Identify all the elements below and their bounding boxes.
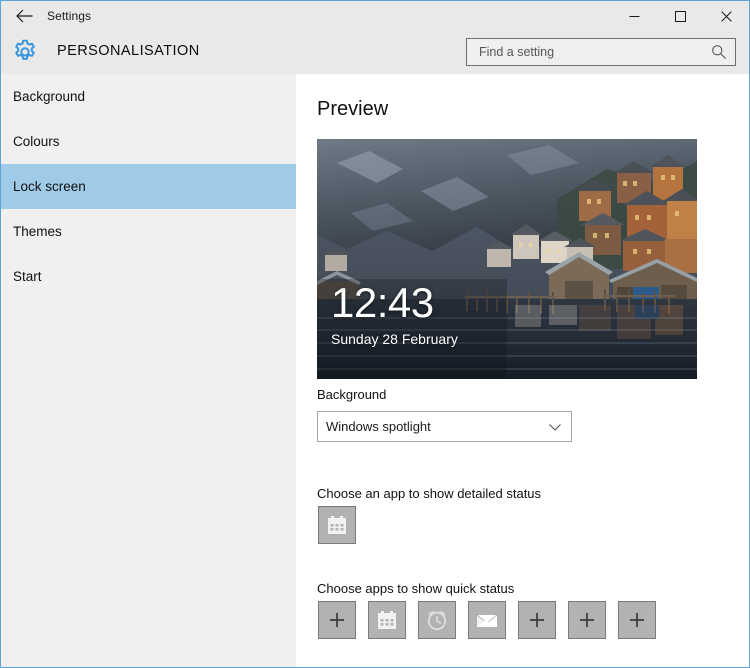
detailed-status-label: Choose an app to show detailed status: [317, 486, 542, 501]
plus-icon: [530, 613, 544, 627]
sidebar-item-start[interactable]: Start: [1, 254, 296, 299]
gear-icon: [15, 39, 35, 60]
close-button[interactable]: [703, 1, 749, 31]
content-pane: Preview 12:43 Sunday 28 February Backgro…: [296, 74, 749, 667]
sidebar-item-background[interactable]: Background: [1, 74, 296, 119]
back-button[interactable]: [1, 1, 47, 31]
close-icon: [720, 10, 732, 22]
settings-window: Settings PERSONALISATION Find a setting …: [0, 0, 750, 668]
maximize-button[interactable]: [657, 1, 703, 31]
sidebar-item-label: Colours: [13, 134, 60, 149]
plus-icon: [580, 613, 594, 627]
minimize-icon: [629, 15, 639, 17]
mail-icon: [476, 614, 498, 627]
calendar-icon: [328, 516, 346, 534]
sidebar-item-colours[interactable]: Colours: [1, 119, 296, 164]
plus-icon: [630, 613, 644, 627]
sidebar-item-themes[interactable]: Themes: [1, 209, 296, 254]
caption-buttons: [611, 1, 749, 31]
content-heading: Preview: [317, 98, 389, 120]
calendar-icon: [378, 611, 396, 629]
back-arrow-icon: [15, 9, 32, 23]
quick-status-tile-row: [318, 601, 656, 639]
background-dropdown-value: Windows spotlight: [326, 419, 431, 434]
quick-status-tile-3-alarm[interactable]: [418, 601, 456, 639]
sidebar-item-lock-screen[interactable]: Lock screen: [1, 164, 296, 209]
sidebar-item-label: Background: [13, 89, 86, 104]
sidebar-item-label: Start: [13, 269, 42, 284]
sidebar-item-label: Themes: [13, 224, 62, 239]
sidebar-item-label: Lock screen: [13, 179, 86, 194]
minimize-button[interactable]: [611, 1, 657, 31]
search-box[interactable]: [466, 38, 736, 66]
sidebar: Background Colours Lock screen Themes St…: [1, 74, 296, 667]
quick-status-tile-6-add[interactable]: [568, 601, 606, 639]
background-section-label: Background: [317, 387, 387, 402]
detailed-status-tile-calendar[interactable]: [318, 506, 356, 544]
search-input[interactable]: [477, 39, 701, 65]
lock-screen-preview-image: [317, 139, 697, 379]
search-icon[interactable]: [711, 44, 727, 60]
page-title: PERSONALISATION: [57, 43, 200, 59]
detailed-status-tile-row: [318, 506, 356, 544]
quick-status-tile-5-add[interactable]: [518, 601, 556, 639]
maximize-icon: [674, 10, 686, 22]
quick-status-tile-1-add[interactable]: [318, 601, 356, 639]
quick-status-tile-7-add[interactable]: [618, 601, 656, 639]
page-header: PERSONALISATION: [1, 31, 749, 74]
alarm-clock-icon: [427, 611, 447, 631]
background-dropdown[interactable]: Windows spotlight: [317, 411, 572, 442]
quick-status-tile-4-mail[interactable]: [468, 601, 506, 639]
plus-icon: [330, 613, 344, 627]
titlebar-title: Settings: [47, 9, 92, 23]
chevron-down-icon: [549, 424, 561, 431]
titlebar: Settings: [1, 1, 749, 31]
lock-screen-preview[interactable]: 12:43 Sunday 28 February: [317, 139, 697, 379]
quick-status-tile-2-calendar[interactable]: [368, 601, 406, 639]
